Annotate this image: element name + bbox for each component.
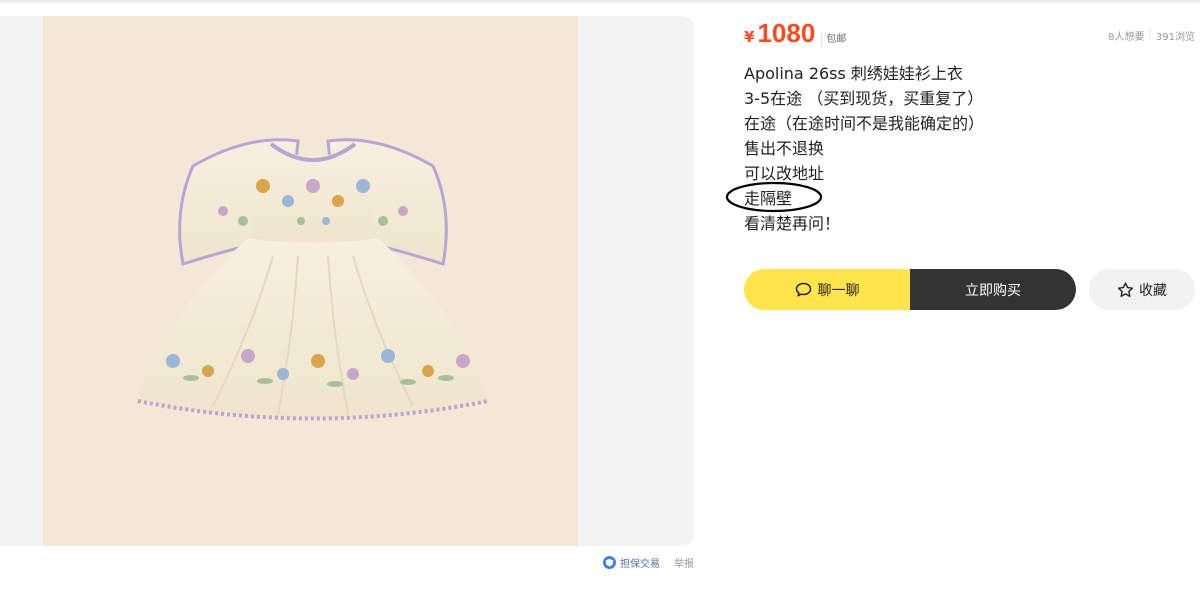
description-line: 3-5在途 （买到现货，买重复了） — [744, 89, 984, 108]
product-image-panel[interactable] — [0, 16, 694, 546]
chat-bubble-icon — [795, 282, 812, 297]
product-description: Apolina 26ss 刺绣娃娃衫上衣 3-5在途 （买到现货，买重复了） 在… — [725, 61, 1184, 236]
chat-button[interactable]: 聊一聊 — [744, 269, 910, 310]
guarantee-label: 担保交易 — [620, 559, 660, 570]
description-line: 在途（在途时间不是我能确定的） — [744, 114, 985, 133]
currency-symbol: ¥ — [744, 28, 755, 46]
guarantee-shield-icon — [603, 556, 616, 569]
chat-label: 聊一聊 — [817, 282, 860, 299]
star-outline-icon — [1117, 282, 1134, 298]
description-line-circled: 走隔壁 — [725, 181, 1184, 213]
guarantee-link[interactable]: 担保交易 — [603, 555, 660, 570]
description-line: 售出不退换 — [744, 139, 825, 158]
report-link[interactable]: 举报 — [674, 555, 694, 570]
product-detail: ¥ 1080 包邮 8人想要 | 391浏览 Apolina 26ss 刺绣娃娃… — [725, 0, 1200, 589]
embroidered-dress-illustration — [137, 138, 489, 421]
shipping-tag: 包邮 — [821, 34, 846, 46]
buy-now-button[interactable]: 立即购买 — [910, 269, 1076, 310]
product-image[interactable] — [43, 16, 578, 546]
description-line: Apolina 26ss 刺绣娃娃衫上衣 — [744, 64, 963, 83]
image-footer-links: 担保交易 举报 — [603, 555, 694, 570]
stats-divider: | — [1148, 28, 1152, 39]
description-line: 看清楚再问！ — [744, 214, 841, 233]
action-bar: 聊一聊 立即购买 收藏 — [744, 269, 1195, 310]
price-value: 1080 — [757, 18, 816, 48]
favorite-label: 收藏 — [1139, 282, 1167, 299]
product-stats: 8人想要 | 391浏览 — [1108, 28, 1195, 43]
price-row: ¥ 1080 包邮 — [744, 18, 846, 49]
wants-count: 8人想要 — [1108, 32, 1145, 43]
circled-text: 走隔壁 — [744, 189, 793, 208]
views-count: 391浏览 — [1155, 32, 1195, 43]
description-line: 可以改地址 — [744, 164, 825, 183]
favorite-button[interactable]: 收藏 — [1089, 269, 1195, 310]
